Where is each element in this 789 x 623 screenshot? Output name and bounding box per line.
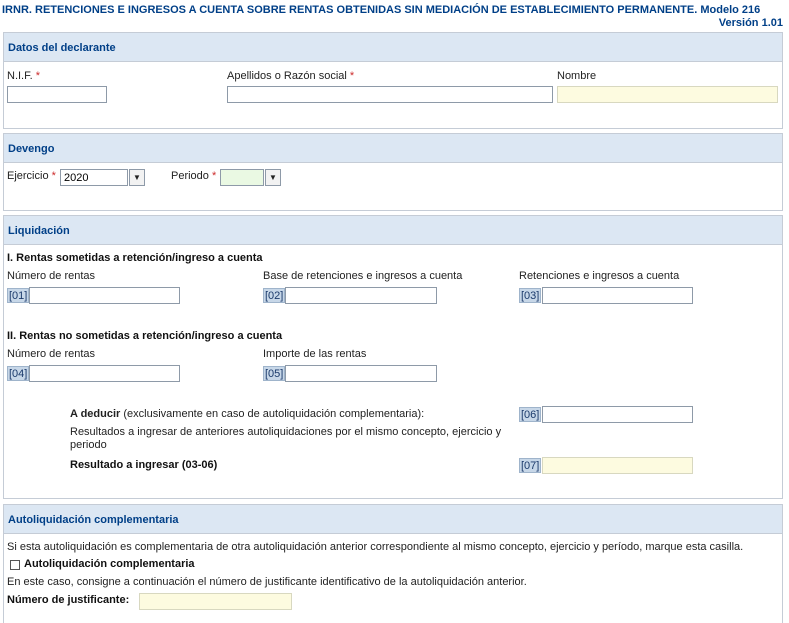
box-number-06: [06] (519, 407, 542, 422)
num-rentas-label: Número de rentas (7, 270, 96, 282)
chevron-down-icon: ▼ (133, 173, 141, 182)
casilla-02-input[interactable] (285, 287, 437, 304)
box-number-02: [02] (263, 288, 286, 303)
resultado-label: Resultado a ingresar (03-06) (70, 459, 218, 471)
section-complementaria: Autoliquidación complementaria Si esta a… (3, 504, 783, 623)
base-retenciones-label: Base de retenciones e ingresos a cuenta (263, 270, 463, 282)
box-number-04: [04] (7, 366, 30, 381)
nif-input[interactable] (7, 86, 107, 103)
box-number-03: [03] (519, 288, 542, 303)
nombre-label: Nombre (557, 70, 597, 82)
box-number-05: [05] (263, 366, 286, 381)
casilla-04-input[interactable] (29, 365, 180, 382)
consigne-text: En este caso, consigne a continuación el… (7, 576, 527, 588)
section-header-declarante: Datos del declarante (4, 33, 782, 62)
justificante-input[interactable] (139, 593, 292, 610)
casilla-03-input[interactable] (542, 287, 693, 304)
casilla-07-input[interactable] (542, 457, 693, 474)
nombre-input[interactable] (557, 86, 778, 103)
sec1-title: I. Rentas sometidas a retención/ingreso … (7, 252, 263, 264)
sec2-title: II. Rentas no sometidas a retención/ingr… (7, 330, 283, 342)
periodo-select[interactable] (220, 169, 264, 186)
required-mark: * (211, 170, 217, 182)
retenciones-label: Retenciones e ingresos a cuenta (519, 270, 680, 282)
justificante-label: Número de justificante: (7, 594, 130, 606)
apellidos-label: Apellidos o Razón social * (227, 70, 355, 82)
section-liquidacion: Liquidación I. Rentas sometidas a retenc… (3, 215, 783, 499)
nif-label: N.I.F. * (7, 70, 41, 82)
ejercicio-dropdown-button[interactable]: ▼ (129, 169, 145, 186)
section-header-devengo: Devengo (4, 134, 782, 163)
form-title: IRNR. RETENCIONES E INGRESOS A CUENTA SO… (2, 4, 761, 16)
apellidos-input[interactable] (227, 86, 553, 103)
chevron-down-icon: ▼ (269, 173, 277, 182)
version-label: Versión 1.01 (718, 17, 783, 29)
casilla-06-input[interactable] (542, 406, 693, 423)
importe-rentas-label: Importe de las rentas (263, 348, 367, 360)
periodo-label: Periodo * (171, 170, 217, 182)
deducir-label: A deducir (exclusivamente en caso de aut… (70, 408, 425, 420)
required-mark: * (349, 70, 355, 82)
periodo-dropdown-button[interactable]: ▼ (265, 169, 281, 186)
num-rentas2-label: Número de rentas (7, 348, 96, 360)
ejercicio-select[interactable] (60, 169, 128, 186)
section-devengo: Devengo Ejercicio * ▼ Periodo * ▼ (3, 133, 783, 211)
ejercicio-label: Ejercicio * (7, 170, 56, 182)
box-number-07: [07] (519, 458, 542, 473)
required-mark: * (51, 170, 56, 182)
section-header-liquidacion: Liquidación (4, 216, 782, 245)
casilla-05-input[interactable] (285, 365, 437, 382)
section-header-complementaria: Autoliquidación complementaria (4, 505, 782, 534)
section-declarante: Datos del declarante N.I.F. * Apellidos … (3, 32, 783, 129)
deducir-description: Resultados a ingresar de anteriores auto… (70, 426, 502, 451)
required-mark: * (35, 70, 41, 82)
complementaria-intro: Si esta autoliquidación es complementari… (7, 541, 744, 553)
complementaria-checkbox-label[interactable]: Autoliquidación complementaria (24, 558, 195, 570)
complementaria-checkbox[interactable] (10, 560, 20, 570)
casilla-01-input[interactable] (29, 287, 180, 304)
box-number-01: [01] (7, 288, 30, 303)
